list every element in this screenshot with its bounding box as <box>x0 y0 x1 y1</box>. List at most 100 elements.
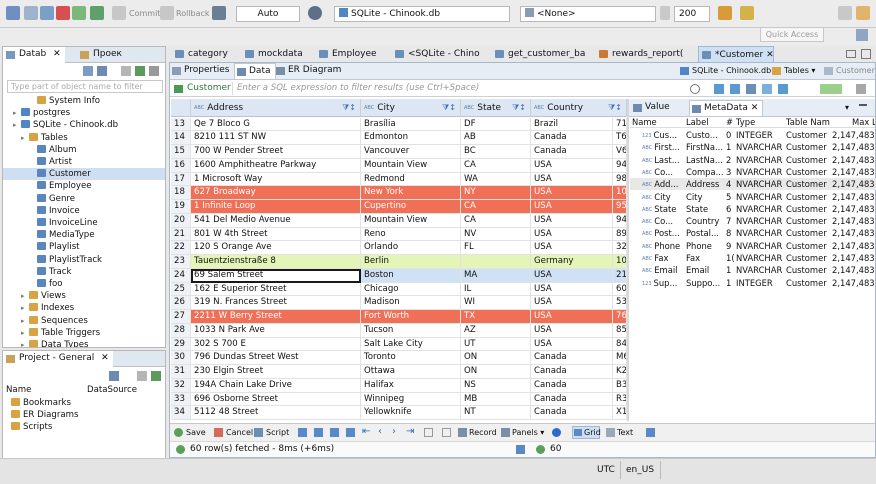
cell-extra[interactable]: 84 <box>613 337 627 352</box>
cell-city[interactable]: Chicago <box>361 282 461 297</box>
metadata-row[interactable]: ABC Co... Compa... 3 NVARCHAR Customer 2,147,4… <box>630 166 876 178</box>
history-icon[interactable] <box>690 84 700 94</box>
tree-item-artist[interactable]: Artist <box>29 156 72 168</box>
panels-button[interactable]: Panels ▾ <box>512 427 544 439</box>
cell-extra[interactable]: X1 <box>613 406 627 420</box>
table-row[interactable]: 30 796 Dundas Street West Toronto ON Canada M… <box>171 351 627 365</box>
navigator-filter-input[interactable]: Type part of object name to filter <box>7 80 163 93</box>
cell-country[interactable]: Canada <box>531 392 613 407</box>
cell-address[interactable]: 120 S Orange Ave <box>191 241 361 255</box>
commit-mode-icon[interactable] <box>72 6 86 20</box>
close-icon[interactable]: ✕ <box>751 103 759 113</box>
breadcrumb-datasource[interactable]: SQLite - Chinook.db <box>678 63 775 79</box>
order-icon[interactable] <box>778 84 788 94</box>
editor-tab-3[interactable]: <SQLite - Chino <box>392 46 490 62</box>
link-editor-icon[interactable] <box>97 66 107 76</box>
cell-address[interactable]: 5112 48 Street <box>191 406 361 420</box>
cell-country[interactable]: USA <box>531 200 613 214</box>
table-row[interactable]: 24 69 Salem Street Boston MA USA 21 <box>171 268 627 283</box>
cell-state[interactable]: ON <box>461 365 531 379</box>
cell-city[interactable]: Brasília <box>361 117 461 132</box>
history-icon[interactable] <box>308 6 322 20</box>
breadcrumb-customer[interactable]: Customer <box>822 63 876 79</box>
cell-city[interactable]: Tucson <box>361 323 461 338</box>
cell-state[interactable]: NV <box>461 227 531 242</box>
cell-address[interactable]: 1 Infinite Loop <box>191 200 361 214</box>
apply-filter-icon[interactable] <box>714 84 724 94</box>
tree-item-indexes[interactable]: ▸ Indexes <box>21 302 74 314</box>
tab-er-diagram[interactable]: ER Diagram <box>274 63 345 79</box>
editor-tab-6[interactable]: *Customer ✕ <box>698 46 774 62</box>
cell-state[interactable]: CA <box>461 158 531 173</box>
cell-address[interactable]: 69 Salem Street <box>191 268 361 283</box>
editor-tab-1[interactable]: mockdata <box>242 46 314 62</box>
cell-extra[interactable]: 76 <box>613 310 627 324</box>
cell-extra[interactable]: 89 <box>613 227 627 242</box>
table-row[interactable]: 33 696 Osborne Street Winnipeg MB Canada R3 <box>171 392 627 407</box>
sql-editor-icon[interactable] <box>718 6 732 20</box>
column-filter-icon[interactable]: ⧩↕ <box>442 99 456 117</box>
cell-extra[interactable]: 98 <box>613 172 627 187</box>
sync-icon[interactable] <box>151 371 161 381</box>
tree-item-views[interactable]: ▸ Views <box>21 290 66 302</box>
editor-tab-2[interactable]: Employee <box>316 46 390 62</box>
cell-city[interactable]: Salt Lake City <box>361 337 461 352</box>
expand-arrow-icon[interactable]: ▸ <box>13 119 21 131</box>
cell-country[interactable]: USA <box>531 268 613 283</box>
dbeaver-perspective-icon[interactable] <box>856 29 868 41</box>
metadata-row[interactable]: ABC Email Email 1 NVARCHAR Customer 2,147,483 <box>630 264 876 276</box>
cell-state[interactable]: TX <box>461 310 531 324</box>
cell-state[interactable]: NS <box>461 378 531 393</box>
tree-item-foo[interactable]: foo <box>29 278 63 290</box>
editor-tab-4[interactable]: get_customer_ba <box>492 46 594 62</box>
close-icon[interactable]: ✕ <box>53 49 61 59</box>
cell-country[interactable]: Canada <box>531 365 613 379</box>
cell-state[interactable]: BC <box>461 145 531 159</box>
tree-item-sqlite-chinook-db[interactable]: ▸ SQLite - Chinook.db <box>13 119 118 131</box>
collapse-icon[interactable] <box>121 66 131 76</box>
cell-address[interactable]: 302 S 700 E <box>191 337 361 352</box>
tree-item-customer[interactable]: Customer <box>3 168 165 181</box>
cell-city[interactable]: Boston <box>361 268 461 283</box>
cell-extra[interactable]: 10 <box>613 255 627 269</box>
commit-icon[interactable] <box>112 6 126 20</box>
delete-row-icon[interactable] <box>346 428 355 437</box>
cell-city[interactable]: Cupertino <box>361 200 461 214</box>
cell-extra[interactable]: 32 <box>613 241 627 255</box>
cell-city[interactable]: Madison <box>361 296 461 310</box>
column-header-country[interactable]: ABC Country ⧩↕ <box>531 99 627 117</box>
column-header-address[interactable]: ABC Address ⧩↕ <box>191 99 361 117</box>
tree-item-mediatype[interactable]: MediaType <box>29 229 95 241</box>
cell-state[interactable]: NT <box>461 406 531 420</box>
text-button[interactable]: Text <box>617 427 633 439</box>
metadata-row[interactable]: ABC State State 6 NVARCHAR Customer 2,147,483 <box>630 203 876 215</box>
layout-icon[interactable] <box>646 428 655 437</box>
cell-country[interactable]: USA <box>531 172 613 187</box>
table-row[interactable]: 27 2211 W Berry Street Fort Worth TX USA 76 <box>171 310 627 324</box>
cell-city[interactable]: Mountain View <box>361 213 461 228</box>
cell-state[interactable]: NY <box>461 186 531 200</box>
metadata-row[interactable]: ABC Add... Address 4 NVARCHAR Customer 2,147,4… <box>630 178 876 191</box>
edit-row-icon[interactable] <box>298 428 307 437</box>
new-connection-icon[interactable] <box>83 66 93 76</box>
cell-city[interactable]: Orlando <box>361 241 461 255</box>
cell-state[interactable]: IL <box>461 282 531 297</box>
cell-state[interactable]: AZ <box>461 323 531 338</box>
invalidate-icon[interactable] <box>56 6 70 20</box>
metadata-row[interactable]: 123 Cus... Custo... 0 INTEGER Customer 2,147,4… <box>630 129 876 141</box>
cell-city[interactable]: Berlin <box>361 255 461 269</box>
metadata-row[interactable]: ABC Last... LastNa... 2 NVARCHAR Customer 2,14… <box>630 154 876 166</box>
cell-address[interactable]: 541 Del Medio Avenue <box>191 213 361 228</box>
cancel-button[interactable]: Cancel <box>226 427 253 439</box>
cell-state[interactable]: WI <box>461 296 531 310</box>
cell-state[interactable] <box>461 255 531 269</box>
clear-filter-icon[interactable] <box>730 84 740 94</box>
maximize-icon[interactable] <box>861 49 871 59</box>
cell-state[interactable]: AB <box>461 131 531 145</box>
schema-combo[interactable]: <None> <box>520 6 656 22</box>
cell-extra[interactable]: R3 <box>613 392 627 407</box>
expand-arrow-icon[interactable]: ▸ <box>21 132 29 144</box>
cell-extra[interactable]: 85 <box>613 323 627 338</box>
table-row[interactable]: 28 1033 N Park Ave Tucson AZ USA 85 <box>171 323 627 338</box>
back-forward-icon[interactable] <box>820 84 842 94</box>
